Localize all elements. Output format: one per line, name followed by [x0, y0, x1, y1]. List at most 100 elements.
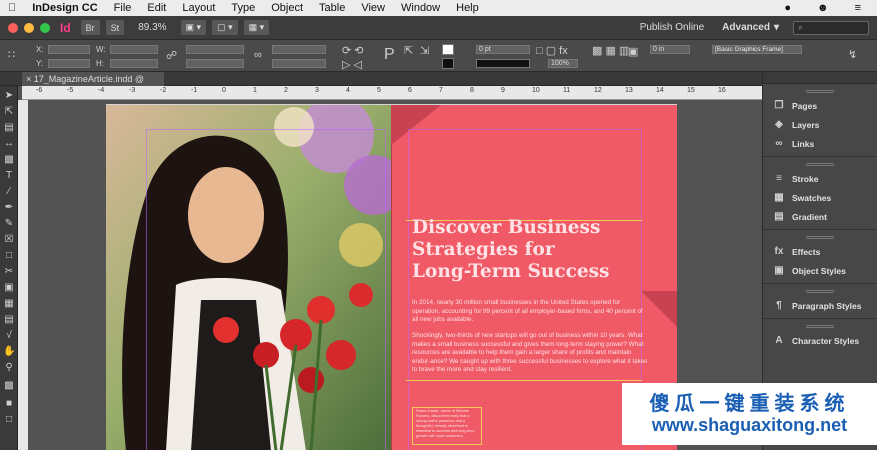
intro-paragraph[interactable]: In 2014, nearly 30 million small busines… [412, 299, 648, 325]
flip-icons[interactable]: ▷ ◁ [342, 58, 362, 71]
panel-layers[interactable]: ◈ Layers [763, 115, 877, 134]
menu-type[interactable]: Type [223, 2, 263, 14]
apple-menu-icon[interactable]:  [0, 2, 24, 14]
reference-point-icon[interactable]: ∷ [8, 48, 15, 61]
workspace-chevron-down-icon[interactable]: ▾ [774, 22, 779, 33]
note-tool-icon[interactable]: ▤ [3, 314, 15, 326]
panel-swatches[interactable]: ▦ Swatches [763, 188, 877, 207]
user-icon[interactable]: ☻ [809, 2, 837, 14]
control-panel: ∷ X: Y: W: H: ☍ ∞ ⟳ ⟲ ▷ ◁ P ⇱ ⇲ 0 pt □ ▢… [0, 40, 877, 72]
bridge-button[interactable]: Br [80, 20, 100, 35]
y-field[interactable] [48, 59, 90, 68]
link-scale-icon[interactable]: ∞ [254, 49, 262, 61]
w-field[interactable] [110, 45, 158, 54]
gradient-tool-icon[interactable]: ▦ [3, 298, 15, 310]
panel-group-grip[interactable] [806, 290, 834, 293]
pencil-tool-icon[interactable]: ✎ [3, 218, 15, 230]
constrain-proportions-icon[interactable]: ☍ [166, 49, 177, 62]
body-paragraph[interactable]: Shockingly, two-thirds of new startups w… [412, 332, 648, 375]
horizontal-ruler[interactable]: -6 -5 -4 -3 -2 -1 0 1 2 3 4 5 6 7 8 9 10… [22, 86, 762, 100]
minimize-window-icon[interactable] [24, 22, 34, 33]
direct-selection-tool-icon[interactable]: ⇱ [3, 106, 15, 118]
article-headline[interactable]: Discover Business Strategies for Long-Te… [412, 217, 642, 283]
menu-edit[interactable]: Edit [139, 2, 174, 14]
menu-object[interactable]: Object [263, 2, 311, 14]
line-tool-icon[interactable]: ∕ [3, 186, 15, 198]
zoom-tool-icon[interactable]: ⚲ [3, 362, 15, 374]
panel-character-styles[interactable]: A Character Styles [763, 331, 877, 350]
close-window-icon[interactable] [8, 22, 18, 33]
panel-links[interactable]: ∞ Links [763, 134, 877, 153]
panel-group-grip[interactable] [806, 163, 834, 166]
menu-window[interactable]: Window [393, 2, 448, 14]
pen-tool-icon[interactable]: ✒ [3, 202, 15, 214]
rotate-icons[interactable]: ⟳ ⟲ [342, 44, 364, 57]
h-field[interactable] [110, 59, 158, 68]
panel-group-grip[interactable] [806, 325, 834, 328]
scale-y-field[interactable] [186, 59, 244, 68]
stroke-weight-field[interactable]: 0 pt [476, 45, 530, 54]
panel-effects[interactable]: fx Effects [763, 242, 877, 261]
fill-swatch[interactable] [442, 44, 454, 55]
panel-dock-header[interactable] [763, 72, 877, 84]
app-menu[interactable]: InDesign CC [24, 2, 105, 14]
close-tab-icon[interactable]: × [26, 74, 31, 84]
arrange-documents-button[interactable]: ▦ ▾ [243, 20, 270, 35]
search-input[interactable]: ⌕ [793, 20, 869, 35]
list-icon[interactable]: ≡ [847, 2, 869, 14]
zoom-level[interactable]: 89.3% [138, 22, 166, 33]
opacity-field[interactable]: 100% [548, 59, 578, 68]
vertical-ruler[interactable] [18, 100, 28, 450]
menu-table[interactable]: Table [311, 2, 353, 14]
screen-mode-button[interactable]: ▢ ▾ [212, 20, 238, 35]
object-style-select[interactable]: [Basic Graphics Frame] [712, 45, 802, 54]
menu-help[interactable]: Help [448, 2, 487, 14]
gap-tool-icon[interactable]: ↔ [3, 138, 15, 150]
scale-x-field[interactable] [186, 45, 244, 54]
creative-cloud-icon[interactable]: ● [776, 2, 799, 14]
rectangle-tool-icon[interactable]: □ [3, 250, 15, 262]
document-spread[interactable]: Discover Business Strategies for Long-Te… [106, 104, 677, 450]
fill-stroke-icon[interactable]: ▩ [3, 380, 15, 392]
document-tab[interactable]: × 17_MagazineArticle.indd @ 89% [22, 72, 164, 98]
type-tool-icon[interactable]: T [3, 170, 15, 182]
scissors-tool-icon[interactable]: ✂ [3, 266, 15, 278]
frame-fitting-icons[interactable]: □ ▢ fx [536, 44, 568, 57]
panel-paragraph-styles[interactable]: ¶ Paragraph Styles [763, 296, 877, 315]
panel-stroke[interactable]: ≡ Stroke [763, 169, 877, 188]
apply-color-icon[interactable]: ■ [3, 398, 15, 410]
text-wrap-icons[interactable]: ▩ ▦ ▥ [592, 44, 629, 57]
menu-file[interactable]: File [106, 2, 140, 14]
gap-field[interactable]: 0 in [650, 45, 690, 54]
auto-fit-icon[interactable]: ▣ [628, 45, 638, 58]
view-options-button[interactable]: ▣ ▾ [180, 20, 207, 35]
stroke-type-select[interactable] [476, 59, 530, 68]
panel-gradient[interactable]: ▤ Gradient [763, 207, 877, 226]
x-field[interactable] [48, 45, 90, 54]
panel-group-grip[interactable] [806, 90, 834, 93]
stock-button[interactable]: St [105, 20, 125, 35]
zoom-window-icon[interactable] [40, 22, 50, 33]
select-container-icon[interactable]: ⇱ [404, 44, 413, 57]
panel-pages[interactable]: ❐ Pages [763, 96, 877, 115]
page-tool-icon[interactable]: ▤ [3, 122, 15, 134]
quick-apply-icon[interactable]: ↯ [848, 48, 857, 61]
rotate-field[interactable] [272, 45, 326, 54]
screen-mode-icon[interactable]: □ [3, 414, 15, 426]
shear-field[interactable] [272, 59, 326, 68]
menu-view[interactable]: View [353, 2, 393, 14]
menu-layout[interactable]: Layout [174, 2, 223, 14]
workspace-switcher[interactable]: Advanced [722, 22, 770, 33]
eyedropper-tool-icon[interactable]: √ [3, 330, 15, 342]
rectangle-frame-tool-icon[interactable]: ☒ [3, 234, 15, 246]
free-transform-tool-icon[interactable]: ▣ [3, 282, 15, 294]
hand-tool-icon[interactable]: ✋ [3, 346, 15, 358]
publish-online-button[interactable]: Publish Online [640, 22, 704, 33]
panel-group-grip[interactable] [806, 236, 834, 239]
selection-tool-icon[interactable]: ➤ [3, 90, 15, 102]
content-collector-icon[interactable]: ▩ [3, 154, 15, 166]
select-content-icon[interactable]: ⇲ [420, 44, 429, 57]
pull-quote-frame[interactable]: Susan Davila, owner of Blooms Flowers, d… [412, 407, 482, 445]
panel-object-styles[interactable]: ▣ Object Styles [763, 261, 877, 280]
stroke-swatch[interactable] [442, 58, 454, 69]
